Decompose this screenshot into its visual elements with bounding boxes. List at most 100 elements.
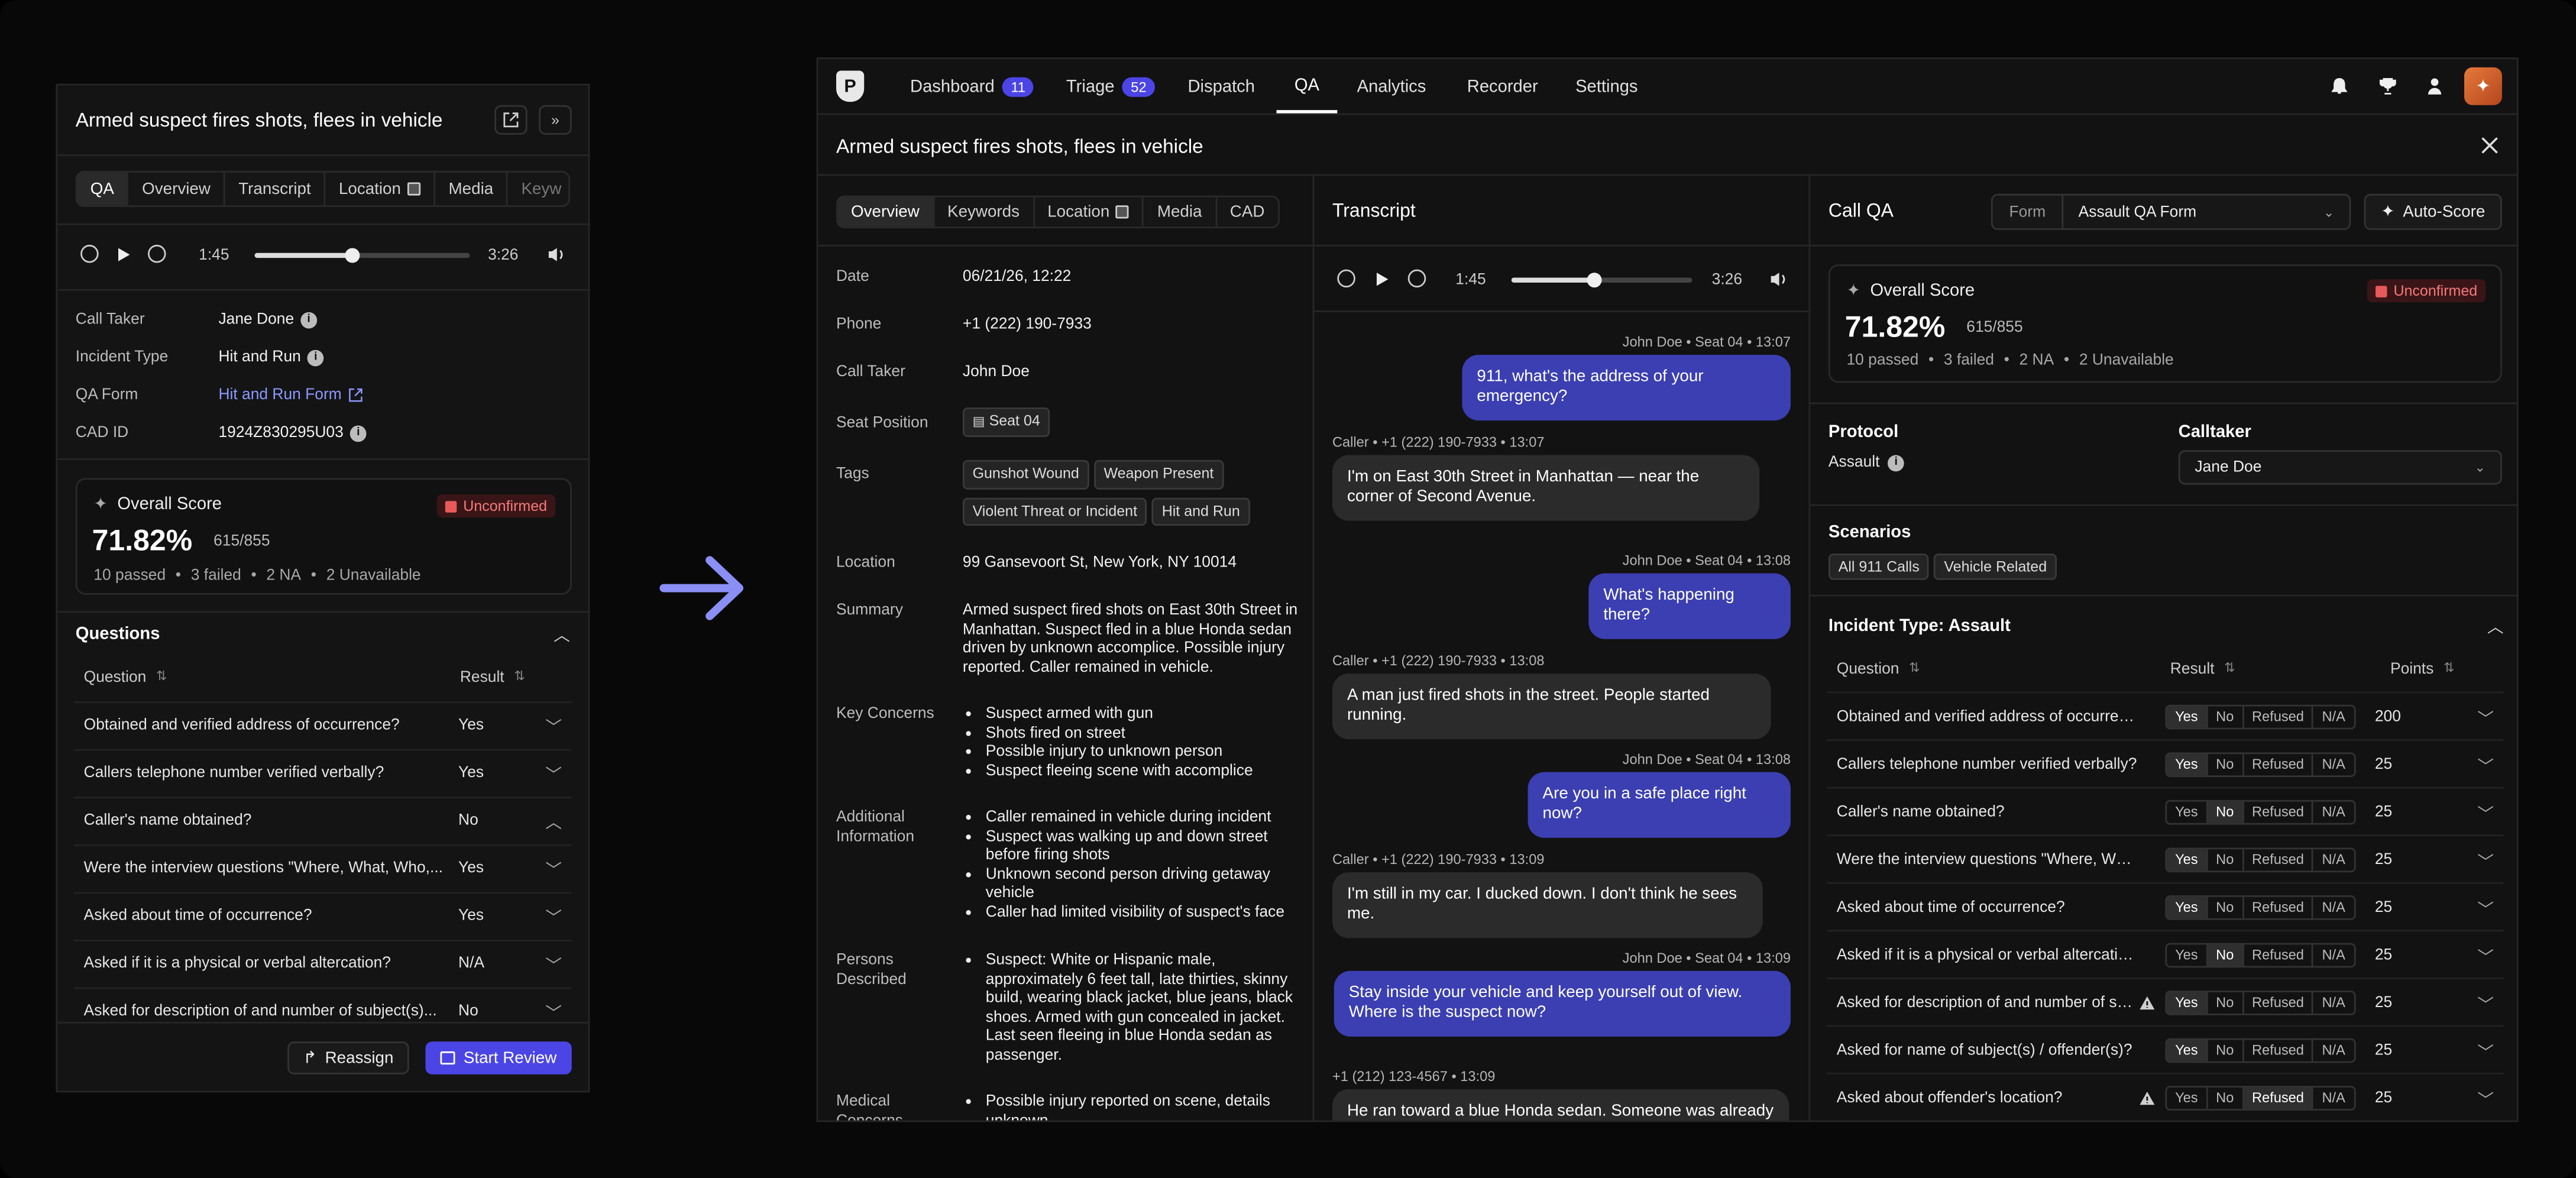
rewind-icon[interactable] xyxy=(1337,269,1355,288)
qa-form-link[interactable]: Hit and Run Form xyxy=(218,386,363,404)
nav-settings[interactable]: Settings xyxy=(1575,59,1637,114)
tab-location[interactable]: Location xyxy=(326,172,436,206)
chevron-down-icon[interactable]: ﹀ xyxy=(2477,847,2494,872)
audio-progress-track[interactable] xyxy=(254,248,470,263)
bell-icon[interactable] xyxy=(2331,77,2348,96)
audio-scrubber[interactable] xyxy=(345,248,360,263)
result-option-refused[interactable]: Refused xyxy=(2244,801,2314,823)
result-option-refused[interactable]: Refused xyxy=(2244,705,2314,727)
result-option-yes[interactable]: Yes xyxy=(2167,848,2208,870)
result-option-no[interactable]: No xyxy=(2208,705,2244,727)
tab-overview[interactable]: Overview xyxy=(837,197,934,227)
reassign-button[interactable]: ↱ Reassign xyxy=(287,1041,409,1075)
question-row[interactable]: Callers telephone number verified verbal… xyxy=(74,749,572,795)
question-row[interactable]: Caller's name obtained? No ︿ xyxy=(74,797,572,843)
result-option-refused[interactable]: Refused xyxy=(2244,943,2314,966)
calltaker-select[interactable]: Jane Doe ⌄ xyxy=(2178,450,2502,485)
forward-icon[interactable] xyxy=(148,244,166,263)
qa-question-row[interactable]: Were the interview questions "Where, Wha… xyxy=(1827,834,2504,882)
result-option-no[interactable]: No xyxy=(2208,1086,2244,1108)
chevron-down-icon[interactable]: ﹀ xyxy=(545,904,562,928)
chevron-down-icon[interactable]: ﹀ xyxy=(2477,704,2494,729)
forward-icon[interactable] xyxy=(1407,269,1426,288)
auto-score-button[interactable]: ✦ Auto-Score xyxy=(2364,193,2502,230)
result-option-refused[interactable]: Refused xyxy=(2244,1086,2314,1108)
nav-dashboard[interactable]: Dashboard 11 xyxy=(910,59,1034,114)
collapse-questions-button[interactable]: ︿ xyxy=(554,621,570,646)
chevron-down-icon[interactable]: ﹀ xyxy=(2477,895,2494,920)
result-option-yes[interactable]: Yes xyxy=(2167,991,2208,1013)
nav-dispatch[interactable]: Dispatch xyxy=(1187,59,1255,114)
nav-qa[interactable]: QA xyxy=(1276,59,1338,114)
result-option-na[interactable]: N/A xyxy=(2314,992,2354,1013)
question-row[interactable]: Asked if it is a physical or verbal alte… xyxy=(74,940,572,986)
result-option-na[interactable]: N/A xyxy=(2314,1087,2354,1108)
result-option-no[interactable]: No xyxy=(2208,1039,2244,1061)
qa-question-row[interactable]: Asked for description of and number of s… xyxy=(1827,977,2504,1025)
tab-keywords[interactable]: Keyw xyxy=(508,173,568,206)
result-option-na[interactable]: N/A xyxy=(2314,849,2354,870)
result-option-no[interactable]: No xyxy=(2208,801,2244,823)
collapse-section-button[interactable]: ︿ xyxy=(2487,613,2504,637)
audio-progress-track[interactable] xyxy=(1511,273,1692,288)
ai-assistant-button[interactable]: ✦ xyxy=(2464,67,2502,105)
result-option-no[interactable]: No xyxy=(2208,991,2244,1013)
form-select[interactable]: Form Assault QA Form ⌄ xyxy=(1991,193,2351,230)
qa-question-row[interactable]: Asked for name of subject(s) / offender(… xyxy=(1827,1025,2504,1073)
chevron-down-icon[interactable]: ﹀ xyxy=(2477,752,2494,776)
tab-media[interactable]: Media xyxy=(435,172,509,206)
tab-transcript[interactable]: Transcript xyxy=(225,172,326,206)
result-option-refused[interactable]: Refused xyxy=(2244,1039,2314,1061)
audio-scrubber[interactable] xyxy=(1586,273,1601,288)
chevron-down-icon[interactable]: ﹀ xyxy=(545,951,562,976)
rewind-icon[interactable] xyxy=(80,244,99,263)
result-option-na[interactable]: N/A xyxy=(2314,705,2354,727)
tab-cad[interactable]: CAD xyxy=(1217,197,1278,226)
result-option-refused[interactable]: Refused xyxy=(2244,848,2314,870)
app-logo[interactable]: P xyxy=(836,70,865,102)
tab-qa[interactable]: QA xyxy=(77,172,129,206)
nav-analytics[interactable]: Analytics xyxy=(1357,59,1426,114)
result-option-yes[interactable]: Yes xyxy=(2167,943,2208,966)
chevron-down-icon[interactable]: ﹀ xyxy=(2477,1085,2494,1110)
result-option-na[interactable]: N/A xyxy=(2314,753,2354,775)
column-question[interactable]: Question ⇅ xyxy=(84,669,167,687)
chevron-down-icon[interactable]: ﹀ xyxy=(2477,799,2494,824)
chevron-down-icon[interactable]: ﹀ xyxy=(2477,1037,2494,1062)
column-points[interactable]: Points ⇅ xyxy=(2390,661,2455,679)
result-option-na[interactable]: N/A xyxy=(2314,944,2354,965)
result-option-no[interactable]: No xyxy=(2208,848,2244,870)
info-icon[interactable]: i xyxy=(1888,454,1905,471)
open-external-button[interactable] xyxy=(494,105,528,135)
column-question[interactable]: Question ⇅ xyxy=(1837,661,1920,679)
start-review-button[interactable]: Start Review xyxy=(425,1041,572,1075)
qa-question-row[interactable]: Caller's name obtained? Yes No Refused N/A 25… xyxy=(1827,787,2504,835)
info-icon[interactable]: i xyxy=(300,311,318,328)
info-icon[interactable]: i xyxy=(349,425,367,441)
tab-keywords[interactable]: Keywords xyxy=(934,197,1035,227)
result-option-na[interactable]: N/A xyxy=(2314,1039,2354,1060)
qa-question-row[interactable]: Obtained and verified address of occurre… xyxy=(1827,691,2504,740)
info-icon[interactable]: i xyxy=(307,349,324,366)
trophy-icon[interactable] xyxy=(2379,77,2397,96)
chevron-down-icon[interactable]: ﹀ xyxy=(545,856,562,881)
result-option-yes[interactable]: Yes xyxy=(2167,753,2208,775)
nav-recorder[interactable]: Recorder xyxy=(1467,59,1538,114)
result-option-no[interactable]: No xyxy=(2208,896,2244,918)
play-icon[interactable] xyxy=(115,245,131,262)
qa-question-row[interactable]: Asked if it is a physical or verbal alte… xyxy=(1827,930,2504,978)
chevron-up-icon[interactable]: ︿ xyxy=(545,808,562,833)
chevron-down-icon[interactable]: ﹀ xyxy=(2477,942,2494,967)
result-option-yes[interactable]: Yes xyxy=(2167,801,2208,823)
chevron-down-icon[interactable]: ﹀ xyxy=(545,713,562,738)
chevron-down-icon[interactable]: ﹀ xyxy=(2477,990,2494,1015)
result-option-yes[interactable]: Yes xyxy=(2167,705,2208,727)
result-option-no[interactable]: No xyxy=(2208,753,2244,775)
result-option-refused[interactable]: Refused xyxy=(2244,753,2314,775)
result-option-refused[interactable]: Refused xyxy=(2244,991,2314,1013)
tab-media[interactable]: Media xyxy=(1144,197,1217,227)
user-icon[interactable] xyxy=(2426,77,2443,96)
column-result[interactable]: Result ⇅ xyxy=(460,669,525,687)
nav-triage[interactable]: Triage 52 xyxy=(1066,59,1155,114)
tab-overview[interactable]: Overview xyxy=(129,172,225,206)
